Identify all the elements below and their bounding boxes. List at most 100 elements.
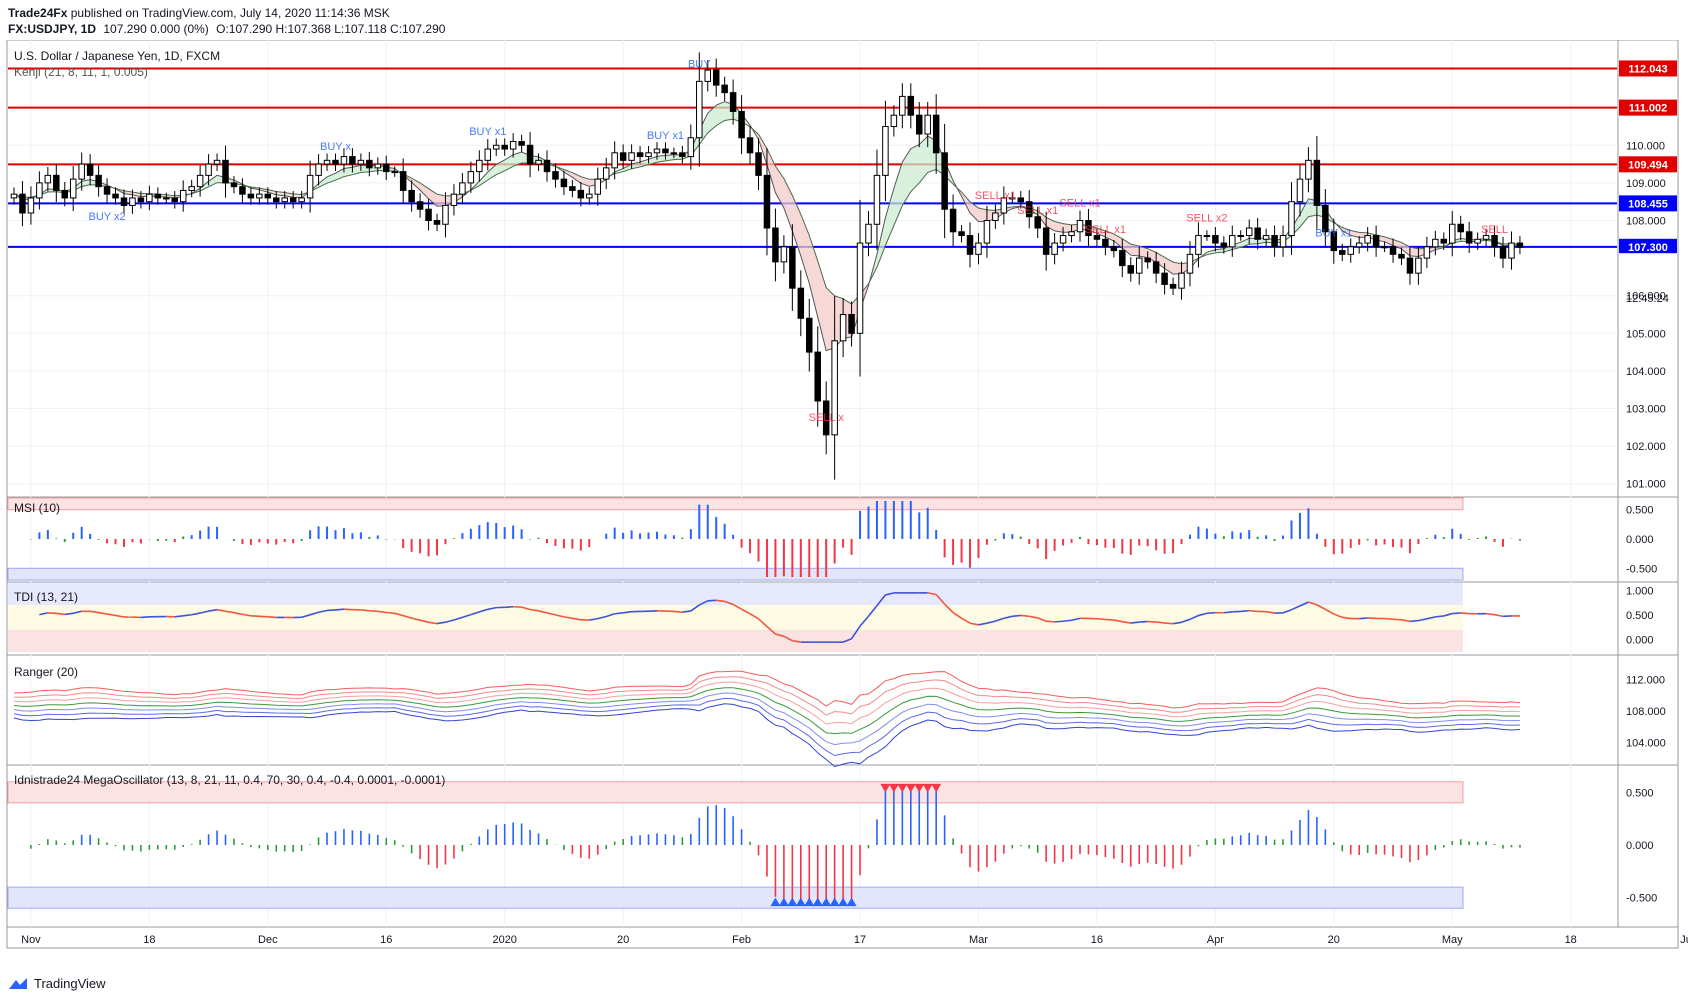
msi-oversold-zone — [7, 567, 1464, 581]
tdi-line-segment — [56, 612, 65, 616]
candle-body — [27, 197, 35, 214]
ranger-pane-title: Ranger (20) — [14, 665, 78, 679]
candle-body — [704, 69, 711, 82]
tradingview-brand: TradingView — [34, 976, 106, 991]
candle-body — [848, 314, 855, 334]
tdi-line-segment — [64, 612, 74, 616]
tdi-line-segment — [1384, 617, 1394, 621]
candle-body — [1161, 272, 1168, 285]
candle-body — [645, 152, 652, 158]
tdi-line-segment — [1054, 620, 1064, 623]
tdi-line-segment — [1486, 612, 1495, 616]
tdi-line-segment — [1452, 612, 1461, 615]
candle-body — [712, 69, 720, 86]
candle-body — [247, 193, 255, 199]
tradingview-logo-icon — [9, 977, 27, 989]
candle-body — [1491, 235, 1498, 248]
tdi-line-segment — [1359, 617, 1368, 620]
ma-cloud-segment — [716, 101, 725, 126]
candle-body — [814, 351, 821, 402]
candle-body — [899, 95, 906, 116]
candle-body — [1508, 242, 1515, 259]
candle-body — [662, 148, 669, 154]
tdi-line-segment — [1105, 618, 1114, 621]
candle-body — [560, 178, 568, 188]
candle-body — [53, 174, 60, 191]
candle-body — [399, 171, 407, 191]
candle-body — [1339, 250, 1346, 255]
price-axis-label: 104.000 — [1626, 366, 1666, 378]
candle-body — [594, 178, 602, 195]
candle-body — [1482, 235, 1490, 240]
level-price-label: 112.043 — [1628, 63, 1667, 75]
tdi-line-segment — [1435, 615, 1444, 618]
candle-body — [1499, 246, 1507, 259]
candle-body — [1381, 246, 1388, 249]
candle-body — [264, 193, 272, 199]
quote-ohlc: O:107.290 H:107.368 L:107.118 C:107.290 — [216, 22, 446, 36]
tdi-line-segment — [174, 614, 184, 618]
candle-body — [1440, 238, 1448, 244]
candle-body — [239, 186, 246, 195]
ranger-band-line — [13, 676, 1520, 716]
candle-body — [1195, 235, 1202, 255]
tdi-axis-label: 0.500 — [1626, 610, 1654, 622]
candle-body — [670, 152, 678, 155]
candle-body — [1127, 265, 1135, 274]
candle-body — [628, 152, 635, 161]
candle-body — [129, 197, 136, 206]
price-axis-label: 102.000 — [1626, 441, 1666, 453]
tdi-line-segment — [1156, 621, 1165, 624]
time-axis-label: Nov — [21, 934, 41, 946]
candle-body — [721, 84, 728, 94]
candle-body — [1068, 231, 1075, 237]
candle-body — [1076, 219, 1084, 233]
tdi-line-segment — [1046, 620, 1055, 623]
candle-body — [1237, 235, 1244, 238]
price-axis-label: 110.000 — [1626, 140, 1665, 152]
time-axis-label: 20 — [617, 934, 629, 946]
level-price-label: 107.300 — [1628, 242, 1668, 254]
candle-body — [137, 197, 145, 203]
candle-body — [366, 159, 373, 169]
candle-body — [856, 242, 864, 334]
publish-info: published on TradingView.com, July 14, 2… — [70, 6, 390, 20]
ma-cloud-segment — [902, 148, 911, 206]
signal-label: SELL x1 — [1059, 197, 1100, 209]
signal-label: SELL — [1481, 224, 1508, 236]
candle-body — [636, 152, 644, 158]
candle-body — [484, 148, 492, 161]
tdi-line-segment — [1460, 612, 1470, 615]
chart-canvas[interactable]: 101.000102.000103.000104.000105.000106.0… — [0, 40, 1688, 990]
tdi-line-segment — [1130, 621, 1140, 624]
tdi-line-segment — [1249, 609, 1258, 613]
candle-body — [941, 152, 948, 210]
price-axis-label: 108.000 — [1626, 215, 1666, 227]
candle-body — [916, 114, 923, 135]
tdi-line-segment — [1164, 622, 1174, 625]
candle-body — [1279, 235, 1287, 248]
candle-body — [907, 95, 915, 116]
candle-body — [1423, 246, 1431, 259]
msi-pane-title: MSI (10) — [14, 501, 60, 515]
tdi-line-segment — [183, 613, 192, 617]
tdi-line-segment — [1139, 620, 1148, 623]
msi-axis-label: -0.500 — [1626, 563, 1657, 575]
tdi-line-segment — [326, 609, 336, 612]
candle-body — [611, 152, 618, 169]
tradingview-footer[interactable]: TradingView — [8, 976, 106, 991]
candle-body — [1262, 235, 1270, 240]
candle-body — [1474, 238, 1481, 244]
tdi-upper-zone — [8, 583, 1463, 606]
publisher-name[interactable]: Trade24Fx — [8, 6, 67, 20]
msi-overbought-zone — [7, 497, 1464, 511]
candle-body — [1102, 238, 1109, 248]
signal-label: SELL x1 — [1592, 40, 1633, 43]
candle-body — [298, 197, 305, 203]
tdi-line-segment — [1206, 611, 1216, 615]
signal-label: SELL x1 — [975, 190, 1016, 202]
candle-body — [619, 152, 627, 161]
candle-body — [966, 235, 974, 255]
candle-body — [1169, 283, 1177, 289]
candle-body — [738, 110, 745, 139]
